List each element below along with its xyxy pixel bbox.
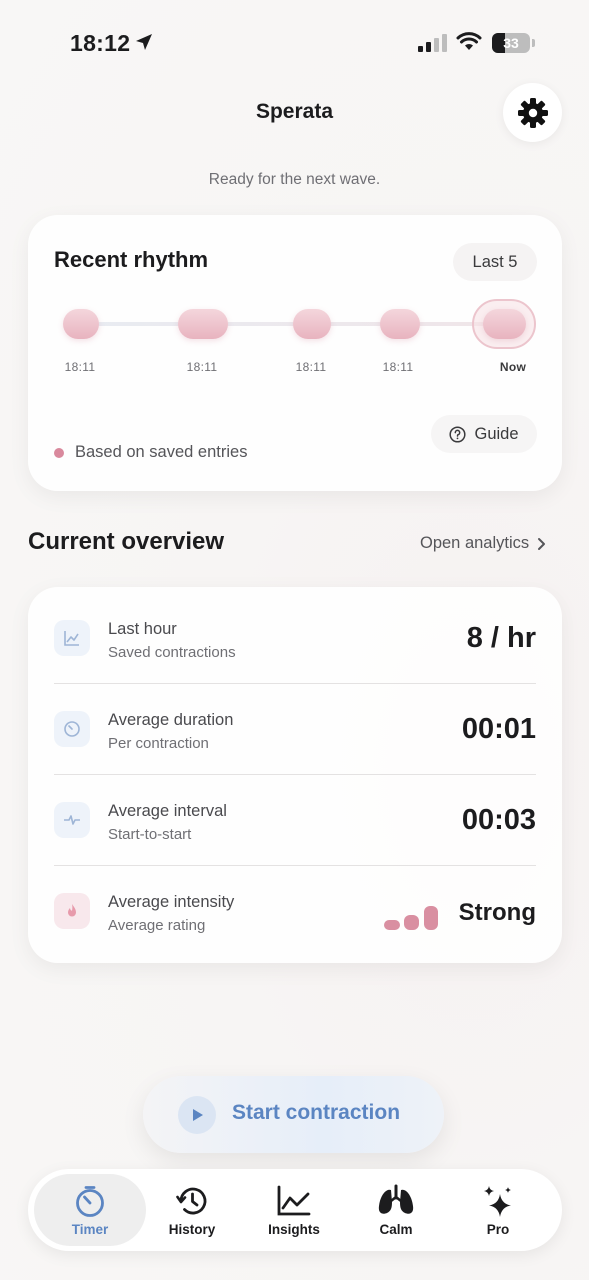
status-time: 18:12 [70,30,131,56]
row-label: Average intensity [108,893,235,911]
tab-label: Pro [486,1222,510,1237]
legend-text: Based on saved entries [75,443,248,461]
rhythm-tick: 18:11 [295,360,327,374]
row-sub: Average rating [108,917,206,934]
guide-label: Guide [474,424,519,443]
tab-label: Timer [71,1222,109,1237]
tab-pro[interactable]: Pro [442,1174,554,1246]
rhythm-tick: 18:11 [64,360,96,374]
row-sub: Saved contractions [108,644,236,661]
intensity-bar [424,906,438,930]
row-label: Average interval [108,802,227,820]
sparkles-icon [484,1186,511,1217]
status-subtitle: Ready for the next wave. [208,171,381,188]
tab-label: Calm [379,1222,413,1237]
row-sub: Per contraction [108,735,209,752]
row-sub: Start-to-start [108,826,192,843]
battery-percent: 33 [503,35,519,51]
tab-label: Insights [268,1222,320,1237]
cellular-signal-icon [418,34,447,52]
help-circle-icon [449,425,467,443]
rhythm-bead-now[interactable] [483,309,526,339]
insights-icon [277,1185,311,1216]
rhythm-bead[interactable] [380,309,420,339]
overview-row-avg-duration[interactable]: Average duration Per contraction 00:01 [54,683,536,774]
rhythm-bead[interactable] [178,309,228,339]
row-label: Average duration [108,711,234,729]
play-icon [178,1096,216,1134]
rhythm-bead[interactable] [293,309,331,339]
gear-icon [517,97,548,128]
trend-chart-icon [54,620,90,656]
timer-icon [54,711,90,747]
range-filter-button[interactable]: Last 5 [453,243,537,281]
tab-calm[interactable]: Calm [340,1174,452,1246]
row-value: Strong [458,899,536,926]
overview-card: Last hour Saved contractions 8 / hr Aver… [28,587,562,963]
timer-icon [76,1186,104,1217]
tab-bar: Timer History Insights Calm Pro [28,1169,562,1251]
tab-insights[interactable]: Insights [238,1174,350,1246]
recent-rhythm-card: Recent rhythm Last 5 18:11 18:11 18:11 1… [28,215,562,491]
rhythm-bead[interactable] [63,309,99,339]
rhythm-tick: 18:11 [186,360,218,374]
intensity-meter [384,904,440,930]
lungs-icon [378,1184,414,1214]
wifi-icon [456,32,482,50]
row-value: 8 / hr [466,622,536,654]
row-label: Last hour [108,620,177,638]
rhythm-title: Recent rhythm [54,247,209,272]
open-analytics-label: Open analytics [420,534,530,552]
start-contraction-label: Start contraction [232,1101,401,1124]
overview-row-avg-intensity[interactable]: Average intensity Average rating Strong [54,865,536,956]
rhythm-tick-now: Now [499,360,527,374]
intensity-bar [404,915,419,930]
settings-button[interactable] [503,83,562,142]
legend-dot [54,448,64,458]
overview-row-avg-interval[interactable]: Average interval Start-to-start 00:03 [54,774,536,865]
pulse-icon [54,802,90,838]
overview-row-last-hour[interactable]: Last hour Saved contractions 8 / hr [54,592,536,683]
chevron-right-icon [538,537,546,550]
app-title: Sperata [255,100,334,123]
row-value: 00:03 [461,804,536,836]
status-bar: 18:12 33 [0,0,589,88]
flame-icon [54,893,90,929]
battery-indicator: 33 [492,33,536,53]
tab-label: History [168,1222,216,1237]
location-arrow-icon [136,34,152,50]
tab-history[interactable]: History [136,1174,248,1246]
history-icon [176,1187,207,1215]
guide-button[interactable]: Guide [431,415,537,453]
tab-timer[interactable]: Timer [34,1174,146,1246]
open-analytics-link[interactable]: Open analytics [420,534,547,553]
rhythm-tick: 18:11 [382,360,414,374]
start-contraction-button[interactable]: Start contraction [143,1076,444,1153]
row-value: 00:01 [461,713,536,745]
intensity-bar [384,920,400,930]
overview-title: Current overview [28,528,225,555]
